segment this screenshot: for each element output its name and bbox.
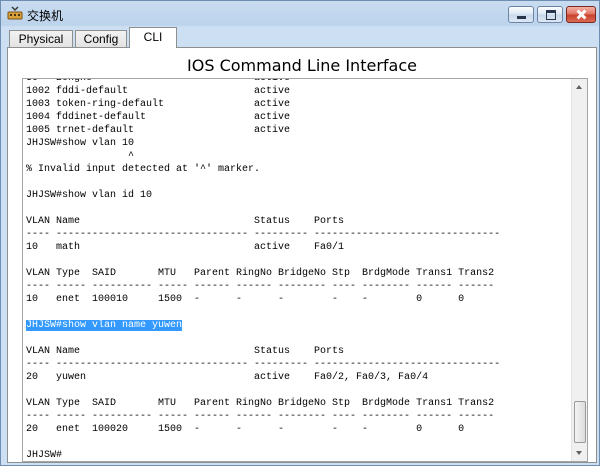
console-line-text: 20 yuwen active Fa0/2, Fa0/3, Fa0/4 <box>26 372 429 383</box>
console-line-text: JHJSW#show vlan 10 <box>26 138 135 149</box>
console-line-text: 1003 token-ring-default active <box>26 99 291 110</box>
console-line-text: ^ <box>26 151 135 162</box>
app-window: 交换机 Physical Config CLI IOS Command Line… <box>0 0 600 466</box>
console-line: 10 math active Fa0/1 <box>26 241 566 254</box>
console-line-text: 20 enet 100020 1500 - - - - - 0 0 <box>26 424 465 435</box>
cli-panel: IOS Command Line Interface 30 zonghe act… <box>7 47 597 463</box>
console-line: 20 yuwen active Fa0/2, Fa0/3, Fa0/4 <box>26 371 566 384</box>
console-line-text: VLAN Name Status Ports <box>26 216 345 227</box>
console-line: ---- ----- ---------- ----- ------ -----… <box>26 280 566 293</box>
console-line-text: 1004 fddinet-default active <box>26 112 291 123</box>
console-line: ---- -------------------------------- --… <box>26 228 566 241</box>
window-title: 交换机 <box>27 9 64 23</box>
console-line-text: 10 math active Fa0/1 <box>26 242 345 253</box>
console-line-text: % Invalid input detected at '^' marker. <box>26 164 261 175</box>
console-line: 1005 trnet-default active <box>26 124 566 137</box>
console-output[interactable]: 30 zonghe active 1002 fddi-default active… <box>26 78 566 461</box>
console-line-text: 10 enet 100010 1500 - - - - - 0 0 <box>26 294 465 305</box>
tab-physical[interactable]: Physical <box>9 30 73 47</box>
title-bar[interactable]: 交换机 <box>1 1 599 27</box>
console-line: 10 enet 100010 1500 - - - - - 0 0 <box>26 293 566 306</box>
console-line-text: JHJSW# <box>26 450 63 461</box>
minimize-button[interactable] <box>508 6 534 23</box>
console-line: 1003 token-ring-default active <box>26 98 566 111</box>
console-line-text: VLAN Name Status Ports <box>26 346 345 357</box>
console-line: 1004 fddinet-default active <box>26 111 566 124</box>
console-line: VLAN Name Status Ports <box>26 345 566 358</box>
console-line: VLAN Type SAID MTU Parent RingNo BridgeN… <box>26 267 566 280</box>
vertical-scrollbar[interactable] <box>571 79 587 461</box>
console-line-text: ---- ----- ---------- ----- ------ -----… <box>26 411 495 422</box>
console-line-text: JHJSW#show vlan name yuwen <box>26 320 183 331</box>
console-line: 30 zonghe active <box>26 78 566 85</box>
console-line: 1002 fddi-default active <box>26 85 566 98</box>
console-line-text: ---- ----- ---------- ----- ------ -----… <box>26 281 495 292</box>
console-line-text: 30 zonghe active <box>26 78 291 84</box>
tab-config[interactable]: Config <box>75 30 127 47</box>
scroll-up-icon[interactable] <box>572 79 587 95</box>
cli-console[interactable]: 30 zonghe active 1002 fddi-default active… <box>22 78 588 462</box>
scroll-down-icon[interactable] <box>572 445 587 461</box>
close-button[interactable] <box>566 6 596 23</box>
selected-console-line: JHJSW#show vlan name yuwen <box>26 319 566 332</box>
switch-icon <box>7 6 23 20</box>
console-line: JHJSW#show vlan id 10 <box>26 189 566 202</box>
console-line-text: JHJSW#show vlan id 10 <box>26 190 153 201</box>
console-line-text: ---- -------------------------------- --… <box>26 359 501 370</box>
tab-cli[interactable]: CLI <box>129 27 177 48</box>
scroll-thumb[interactable] <box>574 401 586 443</box>
console-line-text: ---- -------------------------------- --… <box>26 229 501 240</box>
console-line-text: VLAN Type SAID MTU Parent RingNo BridgeN… <box>26 398 495 409</box>
panel-title: IOS Command Line Interface <box>187 56 417 75</box>
console-line: VLAN Name Status Ports <box>26 215 566 228</box>
console-line: ^ <box>26 150 566 163</box>
console-line-text: 1005 trnet-default active <box>26 125 291 136</box>
maximize-button[interactable] <box>537 6 563 23</box>
console-line: ---- ----- ---------- ----- ------ -----… <box>26 410 566 423</box>
console-line-text: 1002 fddi-default active <box>26 86 291 97</box>
console-line-text: VLAN Type SAID MTU Parent RingNo BridgeN… <box>26 268 495 279</box>
console-line: % Invalid input detected at '^' marker. <box>26 163 566 176</box>
console-line: 20 enet 100020 1500 - - - - - 0 0 <box>26 423 566 436</box>
console-line: VLAN Type SAID MTU Parent RingNo BridgeN… <box>26 397 566 410</box>
console-line: JHJSW#show vlan 10 <box>26 137 566 150</box>
console-line: JHJSW# <box>26 449 566 461</box>
console-line: ---- -------------------------------- --… <box>26 358 566 371</box>
